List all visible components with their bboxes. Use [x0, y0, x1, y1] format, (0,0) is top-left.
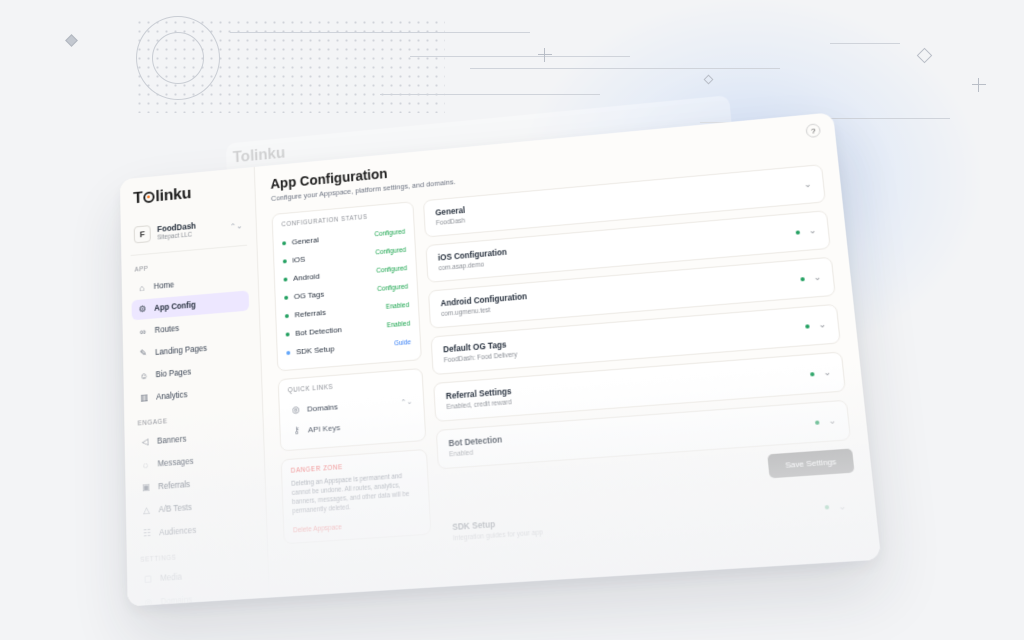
sidebar-nav: APP ⌂ Home ⚙ App Config ∞ Routes ✎ Landing Pages… — [131, 257, 259, 606]
chevron-down-icon: ⌄ — [828, 415, 837, 427]
sidebar-item-label: App Config — [154, 301, 196, 313]
right-column: General FoodDash ⌄ iOS Configuration com.asa… — [423, 164, 861, 561]
app-window-stage: Tolinku Tlinku F FoodDash Sitepact LLC ⌃… — [120, 112, 881, 606]
save-settings-button[interactable]: Save Settings — [767, 448, 854, 478]
status-badge: Configured — [374, 229, 405, 238]
sidebar-item-label: Analytics — [156, 390, 187, 401]
sidebar-item-label: Referrals — [158, 480, 190, 491]
sidebar-item-label: Landing Pages — [155, 344, 207, 357]
main-content: ? App Configuration Configure your Appsp… — [255, 112, 881, 597]
diamond-icon — [65, 34, 78, 47]
link-icon: ∞ — [138, 326, 149, 337]
chevron-down-icon: ⌄ — [808, 225, 817, 237]
sidebar-item-label: Messages — [158, 457, 194, 469]
sidebar-item-label: A/B Tests — [159, 503, 192, 514]
status-badge: Configured — [377, 284, 408, 293]
status-badge: Configured — [376, 265, 407, 274]
chevron-down-icon: ⌄ — [838, 500, 847, 512]
status-dot — [284, 277, 288, 281]
status-dot — [810, 372, 815, 376]
status-name: General — [292, 235, 320, 246]
logo: Tlinku — [129, 179, 245, 208]
plus-icon — [972, 78, 986, 92]
line-decoration — [230, 32, 530, 33]
sidebar-item-label: Routes — [155, 324, 180, 335]
status-badge: Enabled — [386, 302, 410, 311]
chevron-down-icon: ⌄ — [803, 179, 812, 190]
sidebar-item-label: Media — [160, 572, 182, 583]
status-name: Referrals — [294, 308, 326, 319]
status-dot — [285, 314, 289, 318]
quick-link-label: API Keys — [308, 423, 341, 434]
workspace-switcher[interactable]: F FoodDash Sitepact LLC ⌃⌄ — [130, 211, 247, 256]
danger-zone-card: DANGER ZONE Deleting an Appspace is perm… — [281, 449, 432, 544]
chevron-up-down-icon: ⌃⌄ — [400, 397, 412, 406]
status-badge: Enabled — [387, 321, 411, 330]
line-decoration — [830, 43, 900, 44]
status-dot — [801, 277, 806, 281]
chevron-up-down-icon: ⌃⌄ — [230, 221, 243, 231]
image-icon: ▢ — [143, 573, 154, 585]
status-name: iOS — [292, 255, 305, 265]
sidebar-item-label: Banners — [157, 435, 186, 446]
delete-appspace-button[interactable]: Delete Appspace — [293, 518, 421, 534]
pen-icon: ✎ — [138, 348, 149, 359]
megaphone-icon: ◁ — [140, 436, 151, 448]
status-name: OG Tags — [294, 290, 325, 301]
home-icon: ⌂ — [137, 282, 148, 293]
quick-link-label: Domains — [307, 402, 338, 413]
status-badge: Guide — [394, 339, 411, 347]
bar-chart-icon: ▥ — [139, 392, 150, 404]
sidebar-item-label: Bio Pages — [156, 368, 192, 380]
status-dot — [806, 324, 811, 328]
line-decoration — [380, 94, 600, 95]
quick-links-card: QUICK LINKS ◎ Domains ⌃⌄ ⚷ API Keys — [278, 368, 427, 452]
workspace-avatar: F — [134, 225, 151, 243]
status-dot — [796, 230, 801, 234]
users-icon: ☷ — [142, 528, 153, 540]
chevron-down-icon: ⌄ — [818, 319, 827, 331]
chevron-down-icon: ⌄ — [813, 272, 822, 284]
status-name: SDK Setup — [296, 344, 335, 356]
logo-mark-icon — [143, 191, 154, 203]
message-icon: ◌ — [140, 459, 151, 471]
status-dot — [825, 505, 830, 510]
status-badge: Configured — [375, 247, 406, 256]
user-icon: ☺ — [138, 370, 149, 381]
globe-icon: ◎ — [290, 404, 301, 416]
sidebar: Tlinku F FoodDash Sitepact LLC ⌃⌄ APP ⌂ Ho… — [120, 167, 270, 607]
app-window: Tlinku F FoodDash Sitepact LLC ⌃⌄ APP ⌂ Ho… — [120, 112, 881, 606]
status-dot — [286, 332, 290, 336]
configuration-status-card: CONFIGURATION STATUS General Configured iO… — [272, 201, 422, 371]
left-column: CONFIGURATION STATUS General Configured iO… — [272, 201, 433, 571]
status-dot — [282, 241, 286, 245]
line-decoration — [470, 68, 780, 69]
circle-decoration-inner — [152, 32, 204, 84]
sidebar-item-label: Audiences — [159, 526, 196, 538]
status-dot — [284, 295, 288, 299]
danger-zone-text: Deleting an Appspace is permanent and ca… — [291, 471, 420, 517]
status-dot — [286, 350, 290, 354]
status-name: Android — [293, 272, 320, 283]
line-decoration — [410, 56, 630, 57]
plus-icon — [538, 48, 552, 62]
flask-icon: △ — [141, 505, 152, 517]
chevron-down-icon: ⌄ — [823, 367, 832, 379]
gear-icon: ⚙ — [137, 304, 148, 315]
status-dot — [283, 259, 287, 263]
gift-icon: ▣ — [141, 482, 152, 494]
status-dot — [815, 420, 820, 424]
key-icon: ⚷ — [291, 425, 302, 437]
sidebar-item-label: Home — [154, 281, 175, 291]
line-decoration — [820, 118, 950, 119]
status-name: Bot Detection — [295, 325, 342, 338]
